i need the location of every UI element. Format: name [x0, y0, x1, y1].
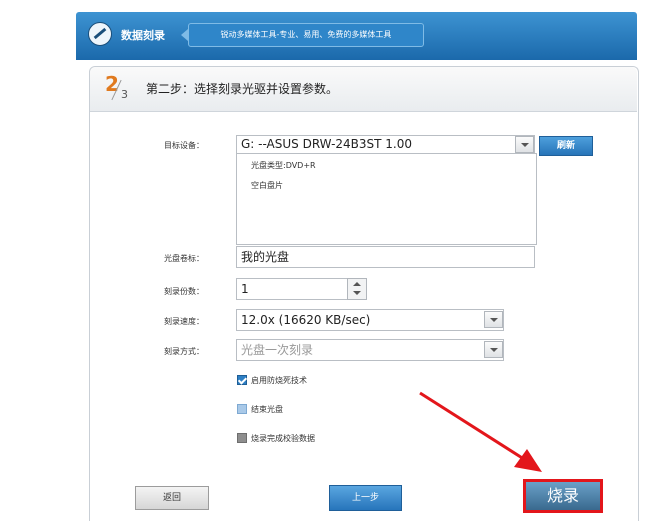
red-arrow-annotation — [419, 391, 542, 472]
